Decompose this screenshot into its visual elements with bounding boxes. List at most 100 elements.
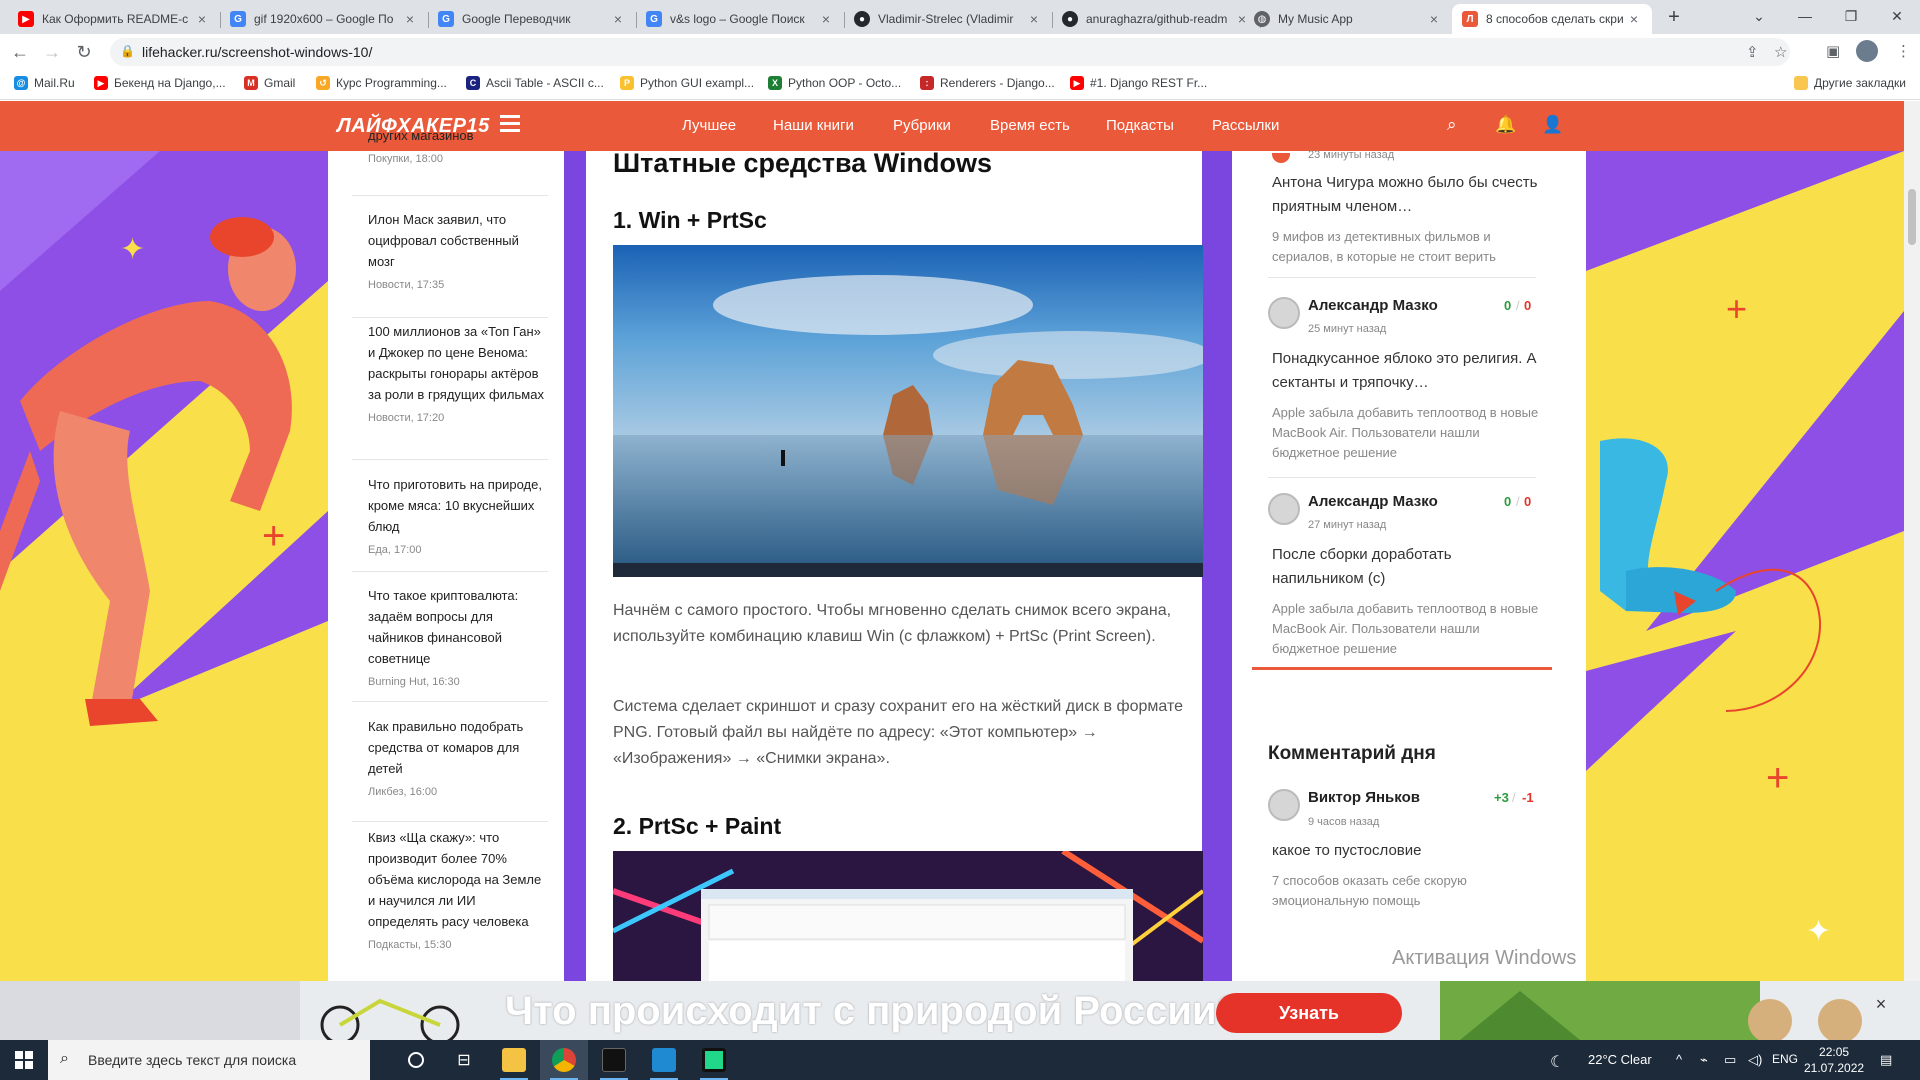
sidebar-icon[interactable]: ▣ [1826,42,1840,60]
paint-screenshot[interactable] [613,851,1203,981]
comment-text[interactable]: какое то пустословие [1272,839,1542,863]
downvote-count[interactable]: 0 [1524,298,1531,313]
notifications-bell-icon[interactable]: 🔔 [1495,115,1516,135]
news-item[interactable]: других магазинов Покупки, 18:00 [368,128,548,165]
nav-podcasts[interactable]: Подкасты [1106,117,1174,134]
bookmark-renderers[interactable]: : Renderers - Django... [920,76,1055,90]
bookmark-ascii[interactable]: C Ascii Table - ASCII c... [466,76,604,90]
comment-article-link[interactable]: 9 мифов из детективных фильмов и сериало… [1272,227,1542,267]
other-bookmarks[interactable]: Другие закладки [1794,76,1906,90]
task-view-icon[interactable]: ⊟ [440,1040,488,1080]
downvote-count[interactable]: -1 [1522,790,1534,805]
close-icon[interactable]: × [194,11,210,27]
banner-learn-more-button[interactable]: Узнать [1216,993,1402,1033]
pycharm-icon[interactable] [690,1040,738,1080]
file-explorer-icon[interactable] [490,1040,538,1080]
window-close-icon[interactable]: ✕ [1874,0,1920,34]
tab-github-readme[interactable]: ● anuraghazra/github-readm × [1052,4,1260,34]
close-icon[interactable]: × [402,11,418,27]
avatar[interactable] [1268,789,1300,821]
bookmark-django-rest[interactable]: ▶ #1. Django REST Fr... [1070,76,1207,90]
nav-rubrics[interactable]: Рубрики [893,117,951,134]
search-icon[interactable]: ⌕ [1447,115,1457,135]
nav-best[interactable]: Лучшее [682,117,736,134]
upvote-count[interactable]: 0 [1504,494,1511,509]
forward-icon[interactable]: → [40,40,64,64]
comment-article-link[interactable]: Apple забыла добавить теплоотвод в новые… [1272,599,1542,659]
comment-author[interactable]: Александр Мазко [1308,297,1438,314]
avatar[interactable] [1268,297,1300,329]
tab-vs-logo[interactable]: G v&s logo – Google Поиск × [636,4,844,34]
terminal-icon[interactable] [590,1040,638,1080]
bookmark-mailru[interactable]: @ Mail.Ru [14,76,75,90]
nav-newsletters[interactable]: Рассылки [1212,117,1279,134]
taskbar-search-box[interactable]: ⌕ Введите здесь текст для поиска [48,1040,370,1080]
tray-chevron-icon[interactable]: ^ [1676,1052,1682,1067]
upvote-count[interactable]: +3 [1494,790,1509,805]
news-title[interactable]: Что приготовить на природе, кроме мяса: … [368,474,548,537]
display-icon[interactable]: ▭ [1724,1052,1736,1068]
tab-gif-search[interactable]: G gif 1920x600 – Google По × [220,4,428,34]
comment-text[interactable]: Антона Чигура можно было бы счесть прият… [1272,171,1542,219]
downvote-count[interactable]: 0 [1524,494,1531,509]
bookmark-python-oop[interactable]: X Python OOP - Octo... [768,76,901,90]
bookmark-course[interactable]: ↺ Курс Programming... [316,76,447,90]
lock-icon[interactable]: 🔒 [120,44,135,58]
tab-github-vladimir[interactable]: ● Vladimir-Strelec (Vladimir × [844,4,1052,34]
volume-icon[interactable]: ◁) [1748,1052,1762,1068]
tab-search-icon[interactable]: ⌄ [1736,0,1782,34]
network-icon[interactable]: ⌁ [1700,1052,1708,1068]
comment-article-link[interactable]: Apple забыла добавить теплоотвод в новые… [1272,403,1542,463]
chrome-icon[interactable] [540,1040,588,1080]
tab-readme[interactable]: ▶ Как Оформить README-с × [8,4,220,34]
clock[interactable]: 22:05 21.07.2022 [1804,1044,1864,1076]
windows-wallpaper-screenshot[interactable] [613,245,1203,577]
notification-center-icon[interactable]: ▤ [1880,1052,1892,1068]
close-icon[interactable]: × [818,11,834,27]
comment-text[interactable]: Понадкусанное яблоко это религия. А сект… [1272,347,1542,395]
new-tab-button[interactable]: + [1660,6,1688,30]
page-scrollbar[interactable] [1904,101,1920,981]
news-item[interactable]: Как правильно подобрать средства от кома… [368,716,548,798]
news-title[interactable]: Что такое криптовалюта: задаём вопросы д… [368,585,548,669]
bookmark-django-backend[interactable]: ▶ Бекенд на Django,... [94,76,226,90]
comment-text[interactable]: После сборки доработать напильником (с) [1272,543,1542,591]
cortana-icon[interactable] [392,1040,440,1080]
tab-translate[interactable]: G Google Переводчик × [428,4,636,34]
bookmark-python-gui[interactable]: P Python GUI exampl... [620,76,754,90]
user-account-icon[interactable]: 👤 [1542,115,1563,135]
back-icon[interactable]: ← [8,40,32,64]
comment-author[interactable]: Александр Мазко [1308,493,1438,510]
news-item[interactable]: Что приготовить на природе, кроме мяса: … [368,474,548,556]
vscode-icon[interactable] [640,1040,688,1080]
weather-moon-icon[interactable]: ☾ [1550,1052,1564,1072]
news-title[interactable]: Как правильно подобрать средства от кома… [368,716,548,779]
reload-icon[interactable]: ↻ [72,40,96,64]
minimize-icon[interactable]: — [1782,0,1828,34]
news-title[interactable]: 100 миллионов за «Топ Ган» и Джокер по ц… [368,321,548,405]
news-title[interactable]: Квиз «Ща скажу»: что производит более 70… [368,827,548,932]
profile-avatar-icon[interactable] [1856,40,1878,62]
close-icon[interactable]: × [610,11,626,27]
menu-kebab-icon[interactable]: ⋮ [1896,42,1911,60]
windows-start-icon[interactable] [0,1040,48,1080]
nav-time[interactable]: Время есть [990,117,1070,134]
news-item[interactable]: Что такое криптовалюта: задаём вопросы д… [368,585,548,688]
close-icon[interactable]: × [1626,11,1642,27]
tab-lifehacker[interactable]: Л 8 способов сделать скри × [1452,4,1652,34]
news-item[interactable]: Квиз «Ща скажу»: что производит более 70… [368,827,548,951]
comment-author[interactable]: Виктор Яньков [1308,789,1420,806]
scrollbar-thumb[interactable] [1908,189,1916,245]
news-title[interactable]: Илон Маск заявил, что оцифровал собствен… [368,209,548,272]
close-icon[interactable]: × [1426,11,1442,27]
language-indicator[interactable]: ENG [1772,1052,1798,1066]
nav-books[interactable]: Наши книги [773,117,854,134]
weather-text[interactable]: 22°C Clear [1588,1052,1652,1067]
comment-article-link[interactable]: 7 способов оказать себе скорую эмоционал… [1272,871,1542,911]
ad-banner[interactable]: Что происходит с природой России? Узнать… [0,981,1920,1040]
tab-music-app[interactable]: ◍ My Music App × [1244,4,1452,34]
bookmark-gmail[interactable]: M Gmail [244,76,295,90]
avatar[interactable] [1268,493,1300,525]
close-icon[interactable]: × [1026,11,1042,27]
address-bar[interactable]: 🔒 lifehacker.ru/screenshot-windows-10/ ⇪… [110,38,1790,66]
